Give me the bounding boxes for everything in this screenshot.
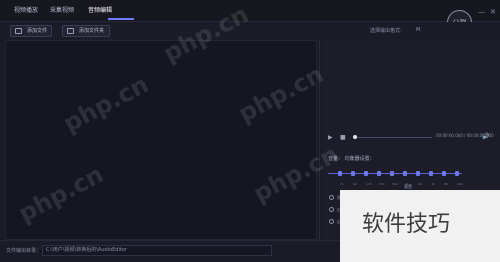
option-radio[interactable]: [329, 207, 334, 212]
add-file-label: 添加文件: [27, 28, 48, 34]
eq-band-slider[interactable]: [429, 171, 433, 176]
banner-text: 软件技巧: [362, 212, 451, 237]
seek-bar[interactable]: [356, 137, 432, 138]
tab-audio-edit[interactable]: 音频编辑: [88, 5, 112, 17]
tab-capture[interactable]: 采集视频: [50, 5, 74, 17]
eq-band-label: 31: [340, 182, 344, 186]
eq-band-label: 2K: [418, 182, 422, 186]
volume-icon[interactable]: 🔊: [482, 133, 489, 140]
eq-band-slider[interactable]: [338, 171, 342, 176]
app-window: 视频播放 采集视频 音频编辑 分割 — ✕ 添加文件 添加文件夹 选择输出格式：…: [0, 0, 500, 262]
eq-band-label: 62: [353, 182, 357, 186]
eq-band-label: 500: [392, 182, 398, 186]
option-radio[interactable]: [329, 195, 334, 200]
add-file-button[interactable]: 添加文件: [10, 25, 52, 37]
minimize-button[interactable]: —: [478, 8, 485, 16]
eq-band-label: 8K: [444, 182, 448, 186]
eq-band-slider[interactable]: [455, 171, 459, 176]
active-tab-indicator: [108, 18, 134, 20]
folder-icon: [67, 28, 74, 34]
eq-band-slider[interactable]: [442, 171, 446, 176]
eq-band-slider[interactable]: [377, 171, 381, 176]
eq-band-slider[interactable]: [416, 171, 420, 176]
add-folder-label: 添加文件夹: [79, 28, 105, 34]
close-button[interactable]: ✕: [490, 8, 496, 16]
output-format-select[interactable]: M: [416, 27, 420, 33]
eq-band-label: 125: [366, 182, 372, 186]
option-radio[interactable]: [329, 219, 334, 224]
eq-band-slider[interactable]: [403, 171, 407, 176]
output-dir-field[interactable]: C:\用户\视频\转换后的\AudioEditor: [42, 245, 272, 256]
add-folder-button[interactable]: 添加文件夹: [62, 25, 110, 37]
equalizer-sliders: [328, 170, 468, 178]
output-format-label: 选择输出格式：: [370, 28, 406, 34]
folder-icon: [15, 28, 22, 34]
eq-band-slider[interactable]: [364, 171, 368, 176]
eq-band-label: 4K: [431, 182, 435, 186]
stop-icon[interactable]: ■: [340, 134, 346, 141]
eq-band-label: 16K: [457, 182, 463, 186]
seek-handle[interactable]: [353, 135, 357, 139]
eq-band-label: 250: [379, 182, 385, 186]
eq-band-slider[interactable]: [390, 171, 394, 176]
eq-band-slider[interactable]: [351, 171, 355, 176]
player-controls: ▶ ■ 00:00:00.000 / 00:00:00.000 🔊: [326, 132, 496, 142]
tab-video-play[interactable]: 视频播放: [14, 5, 38, 17]
output-dir-label: 文件输出目录：: [6, 248, 42, 254]
